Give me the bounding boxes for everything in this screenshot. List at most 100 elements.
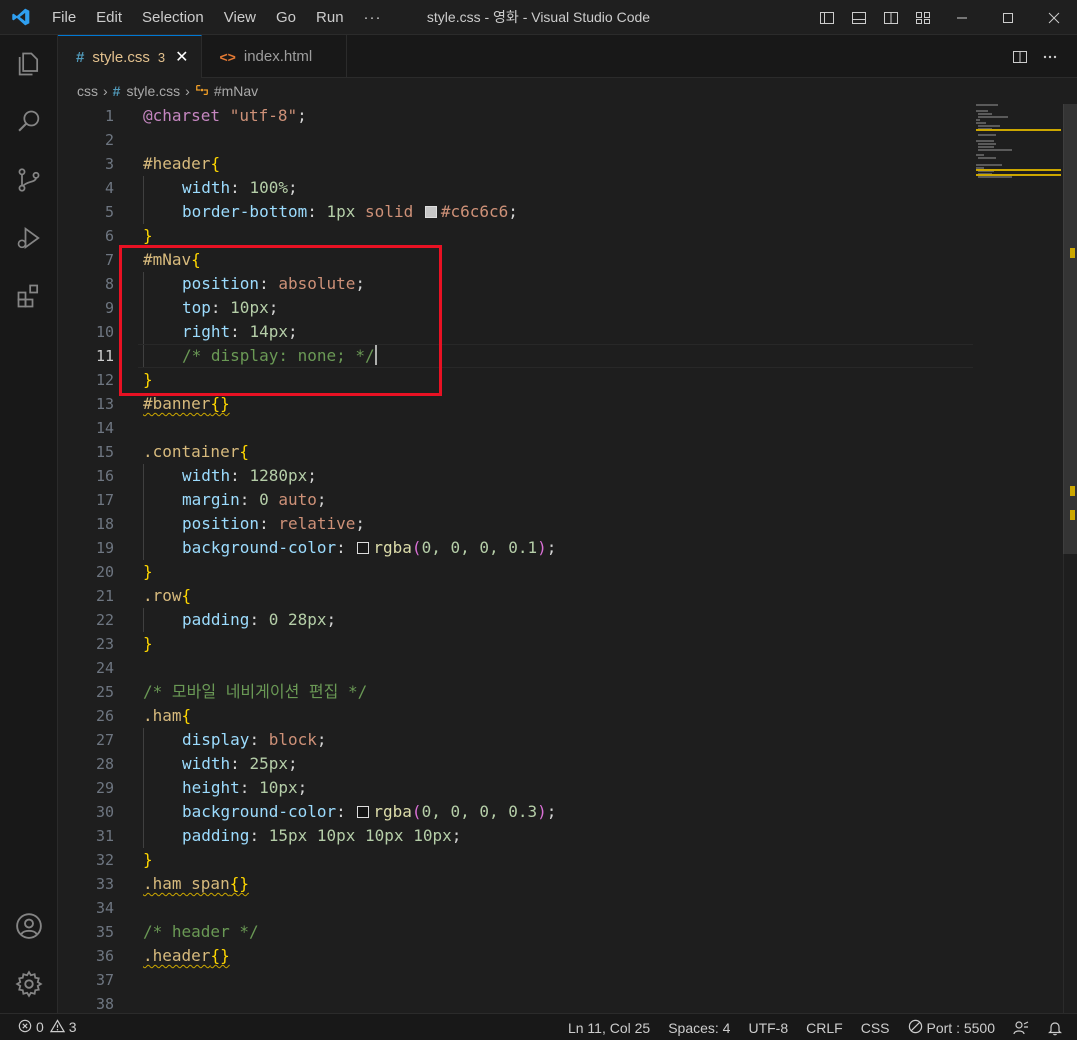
line-number-gutter: 1 2 3 4 5 6 7 8 9 10 11 12 13 14 15 16 1… bbox=[58, 104, 118, 1016]
explorer-icon[interactable] bbox=[0, 35, 58, 93]
activity-bar-bottom bbox=[0, 897, 58, 1013]
css-value: 15px 10px 10px 10px bbox=[268, 826, 452, 845]
minimap[interactable] bbox=[968, 104, 1063, 224]
title-bar: File Edit Selection View Go Run ··· styl… bbox=[0, 0, 1077, 35]
line-number: 24 bbox=[95, 659, 114, 677]
line-number: 9 bbox=[104, 299, 114, 317]
color-swatch-icon[interactable] bbox=[357, 542, 370, 554]
bell-icon[interactable] bbox=[1038, 1020, 1077, 1036]
css-property: width bbox=[182, 754, 231, 773]
code-editor[interactable]: 1 2 3 4 5 6 7 8 9 10 11 12 13 14 15 16 1… bbox=[58, 104, 1077, 1013]
menu-file[interactable]: File bbox=[42, 0, 86, 35]
tab-index-html[interactable]: <> index.html bbox=[202, 35, 348, 78]
html-file-icon: <> bbox=[219, 48, 236, 65]
line-number: 31 bbox=[95, 827, 114, 845]
css-file-icon: # bbox=[76, 48, 85, 66]
css-value: solid bbox=[365, 202, 414, 221]
editor-tabs: # style.css 3 ✕ <> index.html bbox=[58, 35, 1077, 78]
status-bar: 0 3 Ln 11, Col 25 Spaces: 4 UTF-8 CRLF C… bbox=[0, 1013, 1077, 1040]
toggle-panel-icon[interactable] bbox=[843, 0, 875, 35]
line-number: 35 bbox=[95, 923, 114, 941]
account-icon[interactable] bbox=[0, 897, 58, 955]
breadcrumb-symbol[interactable]: #mNav bbox=[214, 83, 258, 99]
code-line: padding: 0 28px; bbox=[143, 608, 968, 632]
color-swatch-icon[interactable] bbox=[357, 806, 370, 818]
line-number: 20 bbox=[95, 563, 114, 581]
more-actions-icon[interactable] bbox=[1035, 35, 1065, 78]
warning-count: 3 bbox=[68, 1019, 77, 1035]
extensions-icon[interactable] bbox=[0, 267, 58, 325]
css-value: 0, 0, 0, 0.3 bbox=[421, 802, 538, 821]
toggle-primary-sidebar-icon[interactable] bbox=[811, 0, 843, 35]
indentation[interactable]: Spaces: 4 bbox=[659, 1020, 739, 1036]
warning-icon bbox=[49, 1018, 65, 1036]
code-line: /* header */ bbox=[143, 920, 968, 944]
accounts-feedback-icon[interactable] bbox=[1004, 1020, 1038, 1036]
menu-edit[interactable]: Edit bbox=[86, 0, 132, 35]
line-number-current: 11 bbox=[95, 347, 114, 365]
menu-selection[interactable]: Selection bbox=[132, 0, 214, 35]
line-number: 30 bbox=[95, 803, 114, 821]
line-number: 13 bbox=[95, 395, 114, 413]
code-line: } bbox=[143, 562, 153, 581]
color-swatch-icon[interactable] bbox=[424, 206, 437, 218]
line-number: 26 bbox=[95, 707, 114, 725]
css-value: 0, 0, 0, 0.1 bbox=[421, 538, 538, 557]
css-file-icon: # bbox=[112, 83, 121, 99]
problems-indicator[interactable]: 0 3 bbox=[0, 1018, 77, 1036]
file-encoding[interactable]: UTF-8 bbox=[739, 1020, 797, 1036]
code-line: /* 모바일 네비게이션 편집 */ bbox=[143, 680, 968, 704]
menu-go[interactable]: Go bbox=[266, 0, 306, 35]
vscode-logo-icon bbox=[0, 0, 42, 35]
customize-layout-icon[interactable] bbox=[907, 0, 939, 35]
menu-run[interactable]: Run bbox=[306, 0, 354, 35]
code-lines[interactable]: @charset "utf-8"; #header{ width: 100%; … bbox=[138, 104, 973, 1016]
toggle-secondary-sidebar-icon[interactable] bbox=[875, 0, 907, 35]
menu-more[interactable]: ··· bbox=[354, 0, 392, 35]
breadcrumb: css › # style.css › #mNav bbox=[58, 78, 1077, 104]
css-value: 1280px bbox=[249, 466, 308, 485]
css-value: 100% bbox=[249, 178, 288, 197]
vertical-scrollbar[interactable] bbox=[1063, 104, 1077, 1013]
end-of-line[interactable]: CRLF bbox=[797, 1020, 852, 1036]
css-property: background-color bbox=[182, 538, 337, 557]
close-icon[interactable]: ✕ bbox=[175, 47, 188, 67]
warning-marker bbox=[1070, 486, 1075, 496]
css-property: padding bbox=[182, 826, 250, 845]
search-icon[interactable] bbox=[0, 93, 58, 151]
code-line: position: relative; bbox=[143, 512, 968, 536]
gear-icon[interactable] bbox=[0, 955, 58, 1013]
tab-label: style.css bbox=[92, 48, 150, 66]
split-editor-icon[interactable] bbox=[1005, 35, 1035, 78]
close-window-icon[interactable] bbox=[1031, 0, 1077, 35]
css-property: padding bbox=[182, 610, 250, 629]
line-number: 22 bbox=[95, 611, 114, 629]
css-value: 10px bbox=[259, 778, 298, 797]
line-number: 18 bbox=[95, 515, 114, 533]
selector-symbol-icon bbox=[195, 83, 209, 100]
code-line: .container{ bbox=[143, 442, 249, 461]
menu-bar: File Edit Selection View Go Run ··· bbox=[42, 0, 392, 35]
cursor-position[interactable]: Ln 11, Col 25 bbox=[559, 1020, 659, 1036]
line-number: 33 bbox=[95, 875, 114, 893]
maximize-icon[interactable] bbox=[985, 0, 1031, 35]
source-control-icon[interactable] bbox=[0, 151, 58, 209]
line-number: 6 bbox=[104, 227, 114, 245]
menu-view[interactable]: View bbox=[214, 0, 266, 35]
tab-style-css[interactable]: # style.css 3 ✕ bbox=[58, 35, 202, 78]
css-selector: .container bbox=[143, 442, 240, 461]
language-mode[interactable]: CSS bbox=[852, 1020, 899, 1036]
breadcrumb-folder[interactable]: css bbox=[77, 83, 98, 99]
code-line: .ham{ bbox=[143, 706, 192, 725]
minimize-icon[interactable] bbox=[939, 0, 985, 35]
run-debug-icon[interactable] bbox=[0, 209, 58, 267]
live-server-port[interactable]: Port : 5500 bbox=[899, 1019, 1005, 1037]
line-number: 16 bbox=[95, 467, 114, 485]
line-number: 23 bbox=[95, 635, 114, 653]
breadcrumb-file[interactable]: style.css bbox=[126, 83, 180, 99]
css-value: 25px bbox=[249, 754, 288, 773]
css-value: 1px bbox=[326, 202, 356, 221]
warning-marker bbox=[1070, 510, 1075, 520]
code-line: .row{ bbox=[143, 586, 192, 605]
